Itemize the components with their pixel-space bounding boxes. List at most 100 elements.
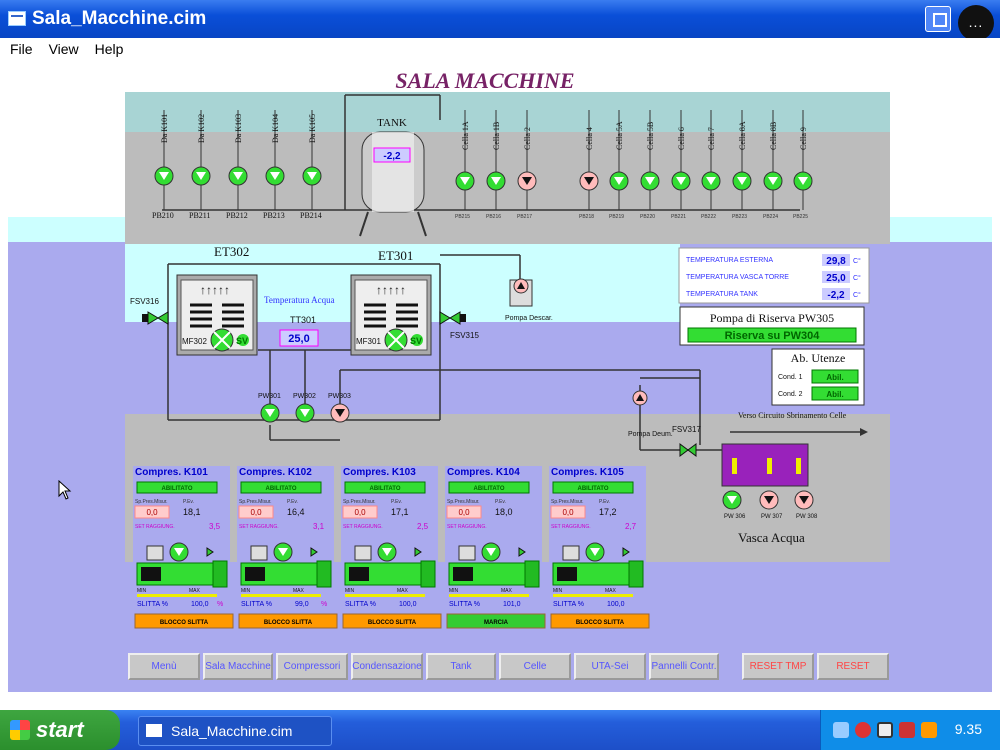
nav-condensazione-button[interactable]: Condensazione	[351, 653, 423, 680]
et301-label: ET301	[378, 248, 413, 263]
top-pump[interactable]	[191, 166, 211, 186]
compressor-panel[interactable]: Compres. K104 ABILITATO Sp.Pres.Misur. P.Ev…	[445, 466, 546, 631]
top-pump-id: PB210	[152, 211, 174, 220]
cell-pump[interactable]	[732, 171, 752, 191]
cell-pump[interactable]	[609, 171, 629, 191]
top-pump[interactable]	[265, 166, 285, 186]
cell-pump[interactable]	[671, 171, 691, 191]
top-pump[interactable]	[154, 166, 174, 186]
nav-celle-button[interactable]: Celle	[499, 653, 571, 680]
svg-text:ABILITATO: ABILITATO	[266, 486, 297, 492]
top-pump-id: PB213	[263, 211, 285, 220]
svg-text:MIN: MIN	[241, 588, 251, 594]
cell-id: PB222	[701, 214, 716, 220]
cell-pump[interactable]	[579, 171, 599, 191]
compressor-slitta: 100,0	[399, 601, 417, 608]
compressor-v2: 17,1	[391, 507, 409, 517]
verso-text: Verso Circuito Sbrinamento Celle	[738, 411, 847, 420]
menu-file[interactable]: File	[10, 41, 33, 57]
app-window-icon[interactable]	[8, 11, 26, 26]
cell-label: Cella 1B	[492, 122, 501, 150]
compressor-v1: 0,0	[354, 508, 366, 517]
compressor-pump[interactable]	[585, 542, 605, 562]
reset-tmp-button[interactable]: RESET TMP	[742, 653, 814, 680]
cell-id: PB225	[793, 214, 808, 220]
nav-sala-macchine-button[interactable]: Sala Macchine	[203, 653, 273, 680]
svg-text:TEMPERATURA ESTERNA: TEMPERATURA ESTERNA	[686, 257, 773, 264]
top-pump[interactable]	[302, 166, 322, 186]
nav-menu-button[interactable]: Menù	[128, 653, 200, 680]
cell-pump[interactable]	[486, 171, 506, 191]
compressor-pump[interactable]	[377, 542, 397, 562]
cell-label: Cella 5A	[615, 121, 624, 150]
menu-view[interactable]: View	[49, 41, 79, 57]
svg-text:ABILITATO: ABILITATO	[370, 486, 401, 492]
svg-text:SLITTA %: SLITTA %	[449, 601, 480, 608]
window-title: Sala_Macchine.cim	[32, 8, 207, 29]
nav-tank-button[interactable]: Tank	[426, 653, 496, 680]
top-pump-label: Da K104	[271, 114, 280, 143]
svg-text:SET RAGGIUNG.: SET RAGGIUNG.	[343, 524, 383, 530]
svg-text:SET RAGGIUNG.: SET RAGGIUNG.	[135, 524, 175, 530]
top-pump-id: PB211	[189, 211, 211, 220]
compressor-v2: 18,0	[495, 507, 513, 517]
taskbar-item-sala-macchine[interactable]: Sala_Macchine.cim	[138, 716, 332, 746]
alert-icon[interactable]	[921, 722, 937, 738]
network-icon[interactable]	[833, 722, 849, 738]
svg-text:MIN: MIN	[449, 588, 459, 594]
tray-app-icon[interactable]	[899, 722, 915, 738]
svg-text:↑↑↑↑↑: ↑↑↑↑↑	[376, 283, 406, 297]
compressor-panel[interactable]: Compres. K102 ABILITATO Sp.Pres.Misur. P.Ev…	[237, 466, 338, 631]
svg-text:BLOCCO SLITTA: BLOCCO SLITTA	[368, 620, 417, 626]
svg-text:↑↑↑↑↑: ↑↑↑↑↑	[200, 283, 230, 297]
compressor-title: Compres. K102	[239, 467, 312, 478]
cell-label: Cella 9	[799, 127, 808, 150]
menu-help[interactable]: Help	[95, 41, 124, 57]
compressor-pump[interactable]	[273, 542, 293, 562]
pompa-descar-label: Pompa Descar.	[505, 315, 553, 322]
cell-pump[interactable]	[517, 171, 537, 191]
nav-pannelli-button[interactable]: Pannelli Contr.	[649, 653, 719, 680]
cell-pump[interactable]	[701, 171, 721, 191]
window-titlebar[interactable]: Sala_Macchine.cim	[0, 0, 1000, 38]
top-pump-id: PB212	[226, 211, 248, 220]
svg-text:MAX: MAX	[189, 588, 201, 594]
top-pump[interactable]	[228, 166, 248, 186]
cell-pump[interactable]	[793, 171, 813, 191]
eye-icon[interactable]	[877, 722, 893, 738]
tank-label: TANK	[377, 117, 407, 129]
compressor-v2: 17,2	[599, 507, 617, 517]
svg-text:%: %	[217, 601, 223, 608]
security-shield-icon[interactable]	[855, 722, 871, 738]
compressor-v3: 3,1	[313, 522, 325, 531]
svg-text:C°: C°	[853, 291, 861, 299]
svg-text:MIN: MIN	[137, 588, 147, 594]
svg-text:TEMPERATURA TANK: TEMPERATURA TANK	[686, 291, 758, 298]
compressor-title: Compres. K104	[447, 467, 520, 478]
taskbar-app-icon	[146, 724, 162, 737]
compressor-pump[interactable]	[169, 542, 189, 562]
compressor-panel[interactable]: Compres. K101 ABILITATO Sp.Pres.Misur. P.Ev…	[133, 466, 234, 631]
cell-id: PB219	[609, 214, 624, 220]
compressor-panel[interactable]: Compres. K105 ABILITATO Sp.Pres.Misur. P.Ev…	[549, 466, 650, 631]
nav-uta-button[interactable]: UTA-Sei	[574, 653, 646, 680]
cyan-band-right	[890, 217, 992, 242]
mf301-sv: SV	[410, 336, 422, 346]
compressor-panel[interactable]: Compres. K103 ABILITATO Sp.Pres.Misur. P.Ev…	[341, 466, 442, 631]
svg-text:PW301: PW301	[258, 393, 281, 400]
compressor-v2: 16,4	[287, 507, 305, 517]
compressor-pump[interactable]	[481, 542, 501, 562]
overlay-menu-button[interactable]: ...	[958, 5, 994, 41]
cell-pump[interactable]	[640, 171, 660, 191]
reset-button[interactable]: RESET	[817, 653, 889, 680]
cell-pump[interactable]	[763, 171, 783, 191]
menu-bar: File View Help	[0, 38, 1000, 60]
nav-compressori-button[interactable]: Compressori	[276, 653, 348, 680]
compressor-title: Compres. K105	[551, 467, 624, 478]
temperature-panel: TEMPERATURA ESTERNA 29,8 C° TEMPERATURA …	[678, 247, 870, 304]
compressor-v3: 2,7	[625, 522, 637, 531]
compressor-slitta: 99,0	[295, 601, 309, 608]
cell-pump[interactable]	[455, 171, 475, 191]
maximize-button[interactable]	[925, 6, 951, 32]
svg-text:P.Ev.: P.Ev.	[495, 499, 506, 505]
